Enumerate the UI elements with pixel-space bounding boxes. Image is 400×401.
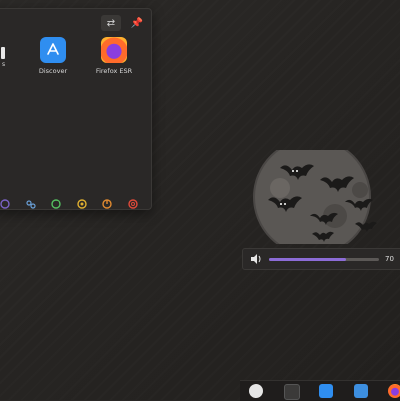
app-label: Firefox ESR: [95, 67, 133, 75]
file-manager-icon[interactable]: [354, 384, 368, 398]
system-settings-icon[interactable]: [249, 384, 263, 398]
firefox-icon: [101, 37, 127, 63]
pin-icon[interactable]: 📌: [127, 15, 147, 31]
terminal-icon[interactable]: [284, 384, 300, 400]
volume-value: 70: [385, 255, 394, 263]
hibernate-icon[interactable]: [76, 195, 88, 209]
app-tile-label: s: [2, 61, 6, 68]
discover-icon[interactable]: [319, 384, 333, 398]
discover-icon: [40, 37, 66, 63]
app-label: Discover: [38, 67, 68, 75]
volume-slider[interactable]: [269, 257, 379, 261]
app-tile-icon[interactable]: [1, 47, 5, 59]
volume-slider-fill: [269, 257, 346, 261]
lock-icon[interactable]: [0, 195, 11, 209]
app-tile-firefox[interactable]: Firefox ESR: [90, 37, 138, 75]
firefox-icon[interactable]: [388, 384, 400, 398]
switch-user-icon[interactable]: [25, 195, 37, 209]
shutdown-icon[interactable]: [101, 195, 113, 209]
taskbar: [240, 380, 400, 401]
sleep-icon[interactable]: [50, 195, 62, 209]
app-tile-discover[interactable]: Discover: [29, 37, 77, 75]
volume-osd: 70: [242, 248, 400, 270]
speaker-icon: [251, 254, 261, 264]
launcher-header-actions: ⇄ 📌: [101, 15, 147, 31]
moon-bats-wallpaper-art: [253, 150, 377, 244]
application-launcher-panel: ⇄ 📌 s Discover Firefox ESR: [0, 8, 152, 210]
restart-icon[interactable]: [127, 195, 139, 209]
moon-disc: [254, 150, 370, 244]
config-icon[interactable]: ⇄: [101, 15, 121, 31]
session-actions: [0, 195, 139, 209]
